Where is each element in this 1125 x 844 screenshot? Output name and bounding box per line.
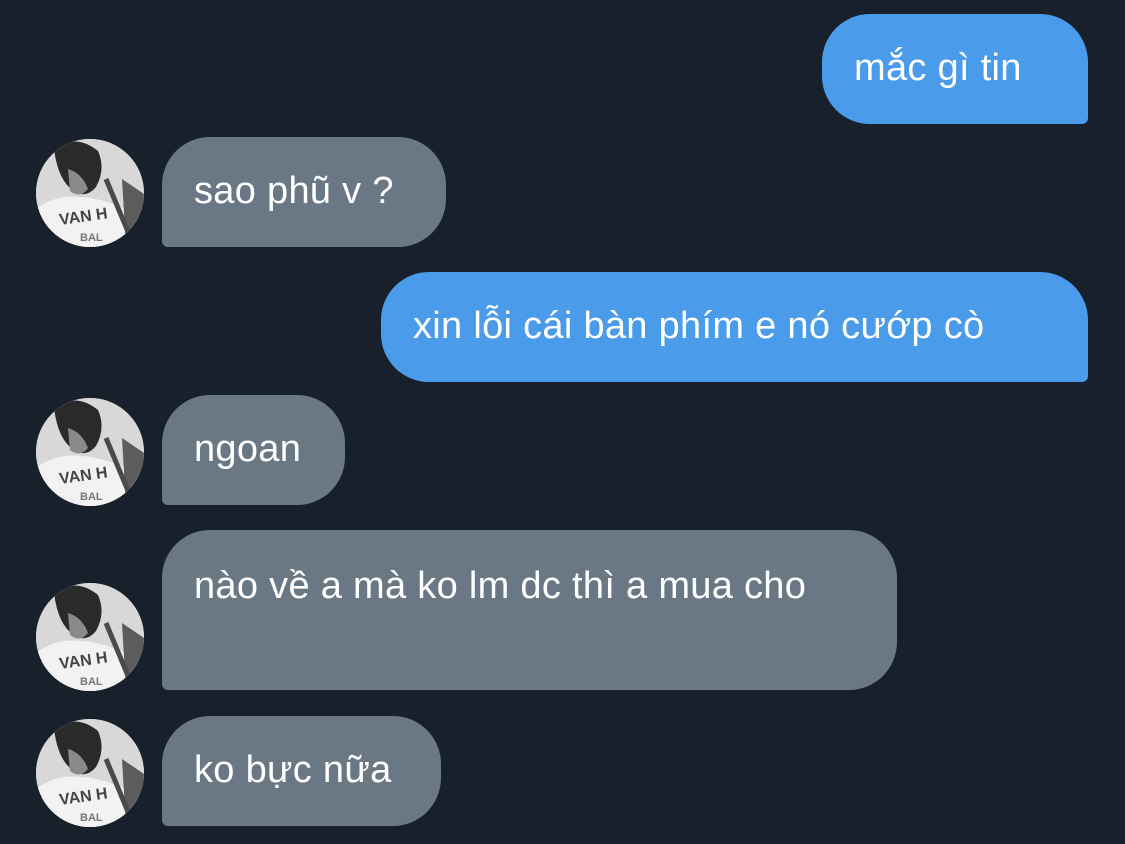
- message-text: ko bực nữa: [194, 749, 392, 791]
- message-bubble-outgoing[interactable]: xin lỗi cái bàn phím e nó cướp cò: [381, 272, 1088, 382]
- message-bubble-incoming[interactable]: sao phũ v ?: [162, 137, 446, 247]
- contact-avatar[interactable]: VAN H BAL: [36, 583, 144, 691]
- message-bubble-incoming[interactable]: nào về a mà ko lm dc thì a mua cho: [162, 530, 897, 690]
- svg-text:BAL: BAL: [80, 812, 103, 824]
- message-text: mắc gì tin: [854, 47, 1022, 89]
- chat-thread: mắc gì tin VAN H BAL sao phũ v ? xin lỗi…: [0, 0, 1125, 844]
- message-text: sao phũ v ?: [194, 170, 394, 212]
- message-bubble-incoming[interactable]: ko bực nữa: [162, 716, 441, 826]
- avatar-photo-icon: VAN H BAL: [36, 719, 144, 827]
- message-text: ngoan: [194, 428, 302, 470]
- svg-text:BAL: BAL: [80, 232, 103, 244]
- contact-avatar[interactable]: VAN H BAL: [36, 398, 144, 506]
- svg-text:BAL: BAL: [80, 676, 103, 688]
- contact-avatar[interactable]: VAN H BAL: [36, 139, 144, 247]
- svg-text:BAL: BAL: [80, 491, 103, 503]
- avatar-photo-icon: VAN H BAL: [36, 398, 144, 506]
- message-text: xin lỗi cái bàn phím e nó cướp cò: [413, 305, 985, 347]
- message-bubble-incoming[interactable]: ngoan: [162, 395, 345, 505]
- message-text: nào về a mà ko lm dc thì a mua cho: [194, 565, 807, 607]
- message-bubble-outgoing[interactable]: mắc gì tin: [822, 14, 1088, 124]
- contact-avatar[interactable]: VAN H BAL: [36, 719, 144, 827]
- avatar-photo-icon: VAN H BAL: [36, 583, 144, 691]
- avatar-photo-icon: VAN H BAL: [36, 139, 144, 247]
